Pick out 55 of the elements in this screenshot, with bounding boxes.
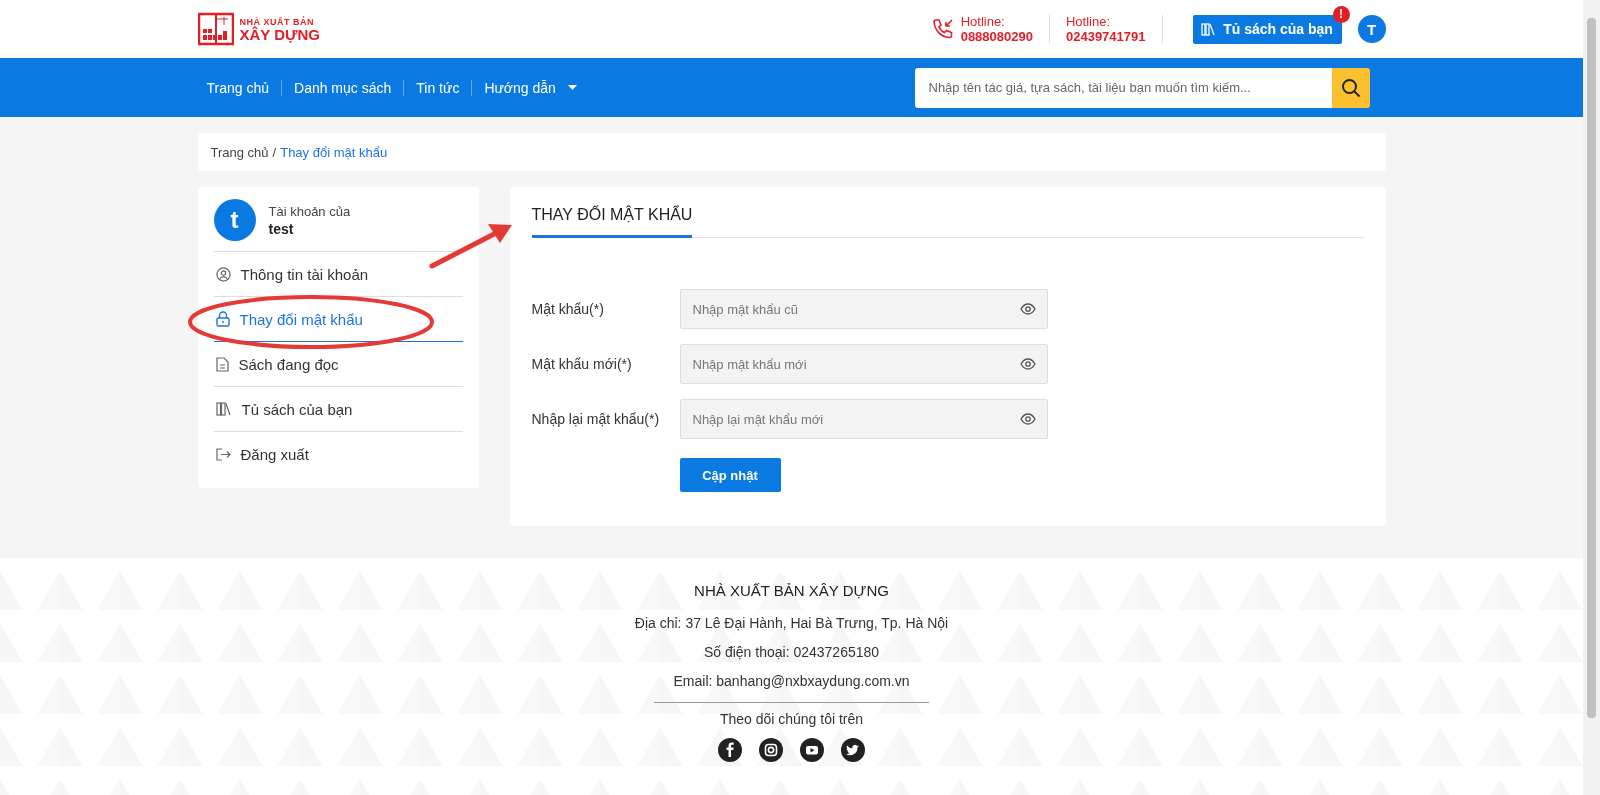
nav-link[interactable]: Hướng dẫn: [471, 79, 589, 96]
logo-icon: [197, 11, 234, 47]
sidebar-item[interactable]: Đăng xuất: [213, 432, 463, 476]
password-field[interactable]: Nhập mật khẩu mới: [679, 344, 1048, 384]
page-title: THAY ĐỔI MẬT KHẨU: [531, 206, 693, 238]
password-field[interactable]: Nhập lại mật khẩu mới: [679, 399, 1048, 439]
nav-link[interactable]: Trang chủ: [197, 79, 281, 96]
hotline-number[interactable]: 02439741791: [1065, 29, 1146, 44]
account-label: Tài khoản của: [268, 203, 351, 219]
search-button[interactable]: [1331, 67, 1370, 108]
footer-title: NHÀ XUẤT BẢN XÂY DỰNG: [693, 582, 890, 599]
user-avatar[interactable]: T: [1357, 15, 1386, 43]
password-field[interactable]: Nhập mật khẩu cũ: [679, 289, 1048, 329]
logo-text: XÂY DỰNG: [239, 26, 320, 42]
breadcrumb-link[interactable]: Thay đổi mật khẩu: [280, 144, 388, 160]
document-icon: [215, 356, 229, 372]
hotline-label: Hotline:: [960, 14, 1006, 29]
scrollbar[interactable]: [1583, 0, 1600, 795]
search-icon: [1340, 77, 1361, 98]
search-field[interactable]: Nhập tên tác giá, tựa sách, tài liệu bạn muốn tìm kiếm...: [914, 67, 1332, 108]
username: test: [268, 220, 295, 237]
field-label: Nhập lại mật khẩu(*): [531, 411, 661, 427]
nav-link[interactable]: Tin tức: [403, 79, 472, 96]
sidebar-item[interactable]: Tủ sách của bạn: [213, 387, 463, 432]
eye-icon[interactable]: [1019, 413, 1036, 425]
breadcrumb-separator: /: [272, 144, 277, 160]
field-label: Mật khẩu mới(*): [531, 356, 633, 372]
account-avatar: t: [213, 199, 256, 241]
notification-badge: !: [1332, 5, 1350, 23]
footer-info: Địa chỉ: 37 Lê Đại Hành, Hai Bà Trưng, Tp. Hà Nội: [634, 615, 949, 631]
footer-info: Số điện thoại: 02437265180: [703, 644, 880, 660]
facebook-icon[interactable]: [718, 738, 742, 762]
user-circle-icon: [215, 266, 231, 282]
eye-icon[interactable]: [1019, 358, 1036, 370]
youtube-icon[interactable]: [800, 738, 824, 762]
field-label: Mật khẩu(*): [531, 301, 605, 317]
nav-link[interactable]: Danh mục sách: [281, 79, 404, 96]
twitter-icon[interactable]: [841, 738, 865, 762]
hotline-label: Hotline:: [1065, 14, 1112, 29]
logout-icon: [215, 447, 231, 461]
phone-icon: [930, 17, 955, 41]
eye-icon[interactable]: [1019, 303, 1036, 315]
books-icon: [215, 402, 232, 416]
follow-text: Theo dõi chúng tôi trên: [719, 711, 864, 727]
breadcrumb-link[interactable]: Trang chủ: [210, 144, 269, 160]
logo-text: NHÀ XUẤT BẢN: [239, 16, 315, 27]
books-icon: [1201, 22, 1216, 36]
sidebar-item[interactable]: Thay đổi mật khẩu: [213, 297, 463, 342]
lock-icon: [215, 311, 230, 327]
hotline-number[interactable]: 0888080290: [960, 29, 1033, 44]
footer-info: Email: banhang@nxbxaydung.com.vn: [673, 673, 910, 689]
instagram-icon[interactable]: [759, 738, 783, 762]
sidebar-item[interactable]: Sách đang đọc: [213, 342, 463, 387]
sidebar-item[interactable]: Thông tin tài khoản: [213, 252, 463, 297]
update-button[interactable]: Cập nhật: [679, 458, 781, 492]
